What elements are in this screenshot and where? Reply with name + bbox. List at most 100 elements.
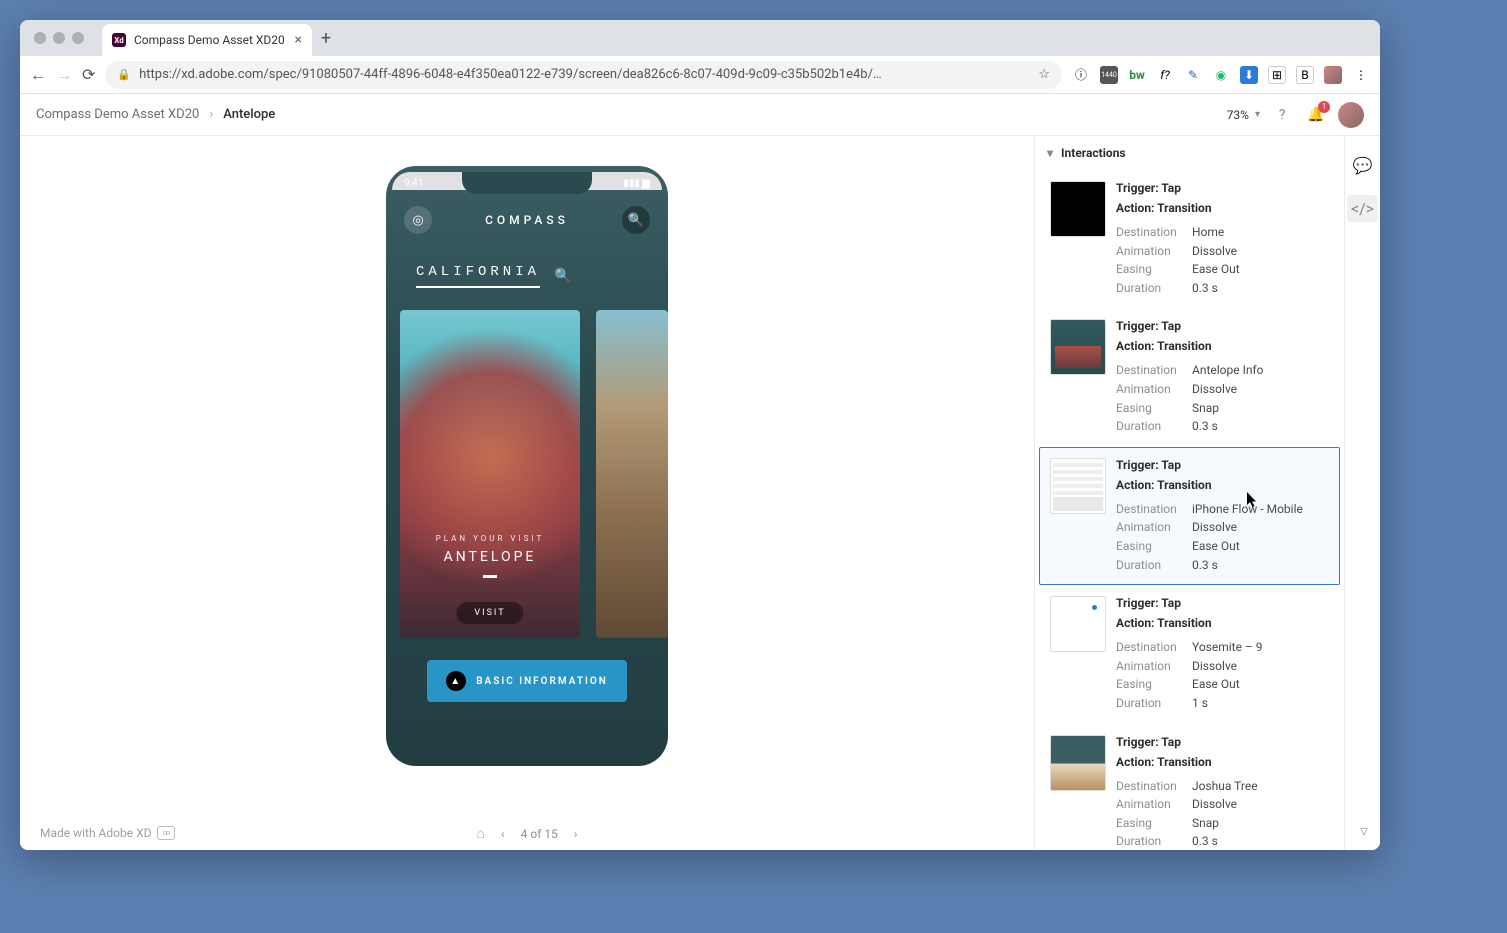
basic-info-button[interactable]: ▲ BASIC INFORMATION bbox=[427, 660, 627, 702]
interaction-thumb bbox=[1050, 181, 1106, 237]
kv-value: Antelope Info bbox=[1192, 361, 1264, 380]
ext2-icon[interactable]: bw bbox=[1128, 66, 1146, 84]
ext4-icon[interactable]: ✎ bbox=[1184, 66, 1202, 84]
made-with: Made with Adobe XD ∞ bbox=[40, 826, 175, 840]
interaction-thumb bbox=[1050, 596, 1106, 652]
search-icon[interactable]: 🔍 bbox=[622, 206, 650, 234]
kv-value: Ease Out bbox=[1192, 260, 1240, 279]
forward-button[interactable]: → bbox=[56, 65, 72, 85]
address-bar[interactable]: 🔒 https://xd.adobe.com/spec/91080507-44f… bbox=[105, 61, 1062, 89]
visit-button[interactable]: VISIT bbox=[456, 602, 523, 624]
chevron-down-icon: ▾ bbox=[1255, 109, 1260, 120]
action-label: Action: Transition bbox=[1116, 755, 1329, 769]
ext7-icon[interactable]: ⊞ bbox=[1268, 66, 1286, 84]
ext8-icon[interactable]: B bbox=[1296, 66, 1314, 84]
window-controls[interactable] bbox=[34, 32, 84, 44]
app-header: Compass Demo Asset XD20 › Antelope 73% ▾… bbox=[20, 94, 1380, 136]
kv-key: Animation bbox=[1116, 795, 1178, 814]
canvas[interactable]: 9:41 ▮▮▮ ▆ ◎ COMPASS 🔍 CALIFORNIA 🔍 PLAN… bbox=[20, 136, 1034, 850]
ext1-icon[interactable]: 1440 bbox=[1100, 66, 1118, 84]
code-icon[interactable]: </> bbox=[1347, 195, 1378, 222]
kv-value: Ease Out bbox=[1192, 675, 1240, 694]
action-label: Action: Transition bbox=[1116, 201, 1329, 215]
back-button[interactable]: ← bbox=[30, 65, 46, 85]
interaction-item[interactable]: Trigger: Tap Action: Transition Destinat… bbox=[1039, 447, 1340, 585]
interaction-item[interactable]: Trigger: Tap Action: Transition Destinat… bbox=[1039, 170, 1340, 308]
kv-value: Ease Out bbox=[1192, 537, 1240, 556]
new-tab-button[interactable]: + bbox=[312, 28, 340, 49]
trigger-label: Trigger: Tap bbox=[1116, 596, 1329, 610]
kv-key: Animation bbox=[1116, 518, 1178, 537]
xd-favicon: Xd bbox=[112, 33, 126, 47]
kv-key: Animation bbox=[1116, 380, 1178, 399]
ext5-icon[interactable]: ◉ bbox=[1212, 66, 1230, 84]
status-time: 9:41 bbox=[404, 178, 423, 189]
maximize-window-icon[interactable] bbox=[72, 32, 84, 44]
made-with-text: Made with Adobe XD bbox=[40, 826, 151, 840]
ext6-icon[interactable]: ⬇ bbox=[1240, 66, 1258, 84]
notifications-button[interactable]: 🔔 1 bbox=[1304, 103, 1328, 127]
close-window-icon[interactable] bbox=[34, 32, 46, 44]
home-icon[interactable]: ⌂ bbox=[477, 825, 485, 842]
close-tab-icon[interactable]: × bbox=[295, 32, 302, 48]
properties-panel: ▾ Interactions Trigger: Tap Action: Tran… bbox=[1034, 136, 1344, 850]
kv-key: Duration bbox=[1116, 279, 1178, 298]
profile-avatar[interactable] bbox=[1324, 66, 1342, 84]
info-icon[interactable]: ⓘ bbox=[1072, 66, 1090, 84]
card-antelope[interactable]: PLAN YOUR VISIT ANTELOPE VISIT bbox=[400, 310, 580, 638]
star-icon[interactable]: ☆ bbox=[1038, 67, 1050, 82]
action-label: Action: Transition bbox=[1116, 616, 1329, 630]
filter-icon[interactable]: ▿ bbox=[1360, 821, 1368, 840]
breadcrumb-current: Antelope bbox=[223, 107, 275, 122]
phone-mock: 9:41 ▮▮▮ ▆ ◎ COMPASS 🔍 CALIFORNIA 🔍 PLAN… bbox=[386, 166, 668, 766]
reload-button[interactable]: ⟳ bbox=[82, 65, 95, 84]
zoom-value: 73% bbox=[1227, 108, 1249, 122]
tab-title: Compass Demo Asset XD20 bbox=[134, 33, 285, 47]
breadcrumb-root[interactable]: Compass Demo Asset XD20 bbox=[36, 107, 199, 122]
region-label: CALIFORNIA bbox=[416, 264, 540, 288]
basic-info-label: BASIC INFORMATION bbox=[476, 676, 608, 687]
divider bbox=[483, 575, 497, 578]
trigger-label: Trigger: Tap bbox=[1116, 458, 1329, 472]
kv-key: Easing bbox=[1116, 814, 1178, 833]
trigger-label: Trigger: Tap bbox=[1116, 735, 1329, 749]
kv-key: Destination bbox=[1116, 777, 1178, 796]
card-eyebrow: PLAN YOUR VISIT bbox=[400, 534, 580, 543]
minimize-window-icon[interactable] bbox=[53, 32, 65, 44]
lock-icon: 🔒 bbox=[117, 68, 131, 81]
kv-value: Snap bbox=[1192, 399, 1219, 418]
user-avatar[interactable] bbox=[1338, 102, 1364, 128]
panel-title: Interactions bbox=[1061, 146, 1126, 160]
kv-value: Joshua Tree bbox=[1192, 777, 1258, 796]
interaction-item[interactable]: Trigger: Tap Action: Transition Destinat… bbox=[1039, 585, 1340, 723]
kv-key: Duration bbox=[1116, 832, 1178, 850]
kv-value: Yosemite – 9 bbox=[1192, 638, 1263, 657]
kv-key: Destination bbox=[1116, 500, 1178, 519]
prev-icon[interactable]: ‹ bbox=[501, 827, 505, 841]
address-bar-row: ← → ⟳ 🔒 https://xd.adobe.com/spec/910805… bbox=[20, 56, 1380, 94]
cc-logo-icon: ∞ bbox=[157, 826, 175, 840]
interaction-thumb bbox=[1050, 319, 1106, 375]
help-icon[interactable]: ? bbox=[1270, 103, 1294, 127]
interaction-item[interactable]: Trigger: Tap Action: Transition Destinat… bbox=[1039, 724, 1340, 851]
card-next[interactable] bbox=[596, 310, 668, 638]
search-icon[interactable]: 🔍 bbox=[554, 268, 571, 284]
extension-icons: ⓘ 1440 bw f? ✎ ◉ ⬇ ⊞ B ⋮ bbox=[1072, 66, 1370, 84]
interaction-thumb bbox=[1050, 735, 1106, 791]
ext3-icon[interactable]: f? bbox=[1156, 66, 1174, 84]
kv-value: Dissolve bbox=[1192, 518, 1237, 537]
browser-tab[interactable]: Xd Compass Demo Asset XD20 × bbox=[102, 24, 312, 56]
menu-icon[interactable]: ⋮ bbox=[1352, 66, 1370, 84]
next-icon[interactable]: › bbox=[574, 827, 578, 841]
interaction-item[interactable]: Trigger: Tap Action: Transition Destinat… bbox=[1039, 308, 1340, 446]
panel-header[interactable]: ▾ Interactions bbox=[1035, 136, 1344, 170]
kv-value: iPhone Flow - Mobile bbox=[1192, 500, 1303, 519]
action-label: Action: Transition bbox=[1116, 478, 1329, 492]
status-bar: 9:41 ▮▮▮ ▆ bbox=[404, 178, 650, 189]
kv-key: Easing bbox=[1116, 260, 1178, 279]
compass-icon[interactable]: ◎ bbox=[404, 206, 432, 234]
kv-key: Duration bbox=[1116, 417, 1178, 436]
zoom-control[interactable]: 73% ▾ bbox=[1227, 108, 1260, 122]
comment-icon[interactable]: 💬 bbox=[1353, 156, 1373, 175]
kv-value: Dissolve bbox=[1192, 795, 1237, 814]
